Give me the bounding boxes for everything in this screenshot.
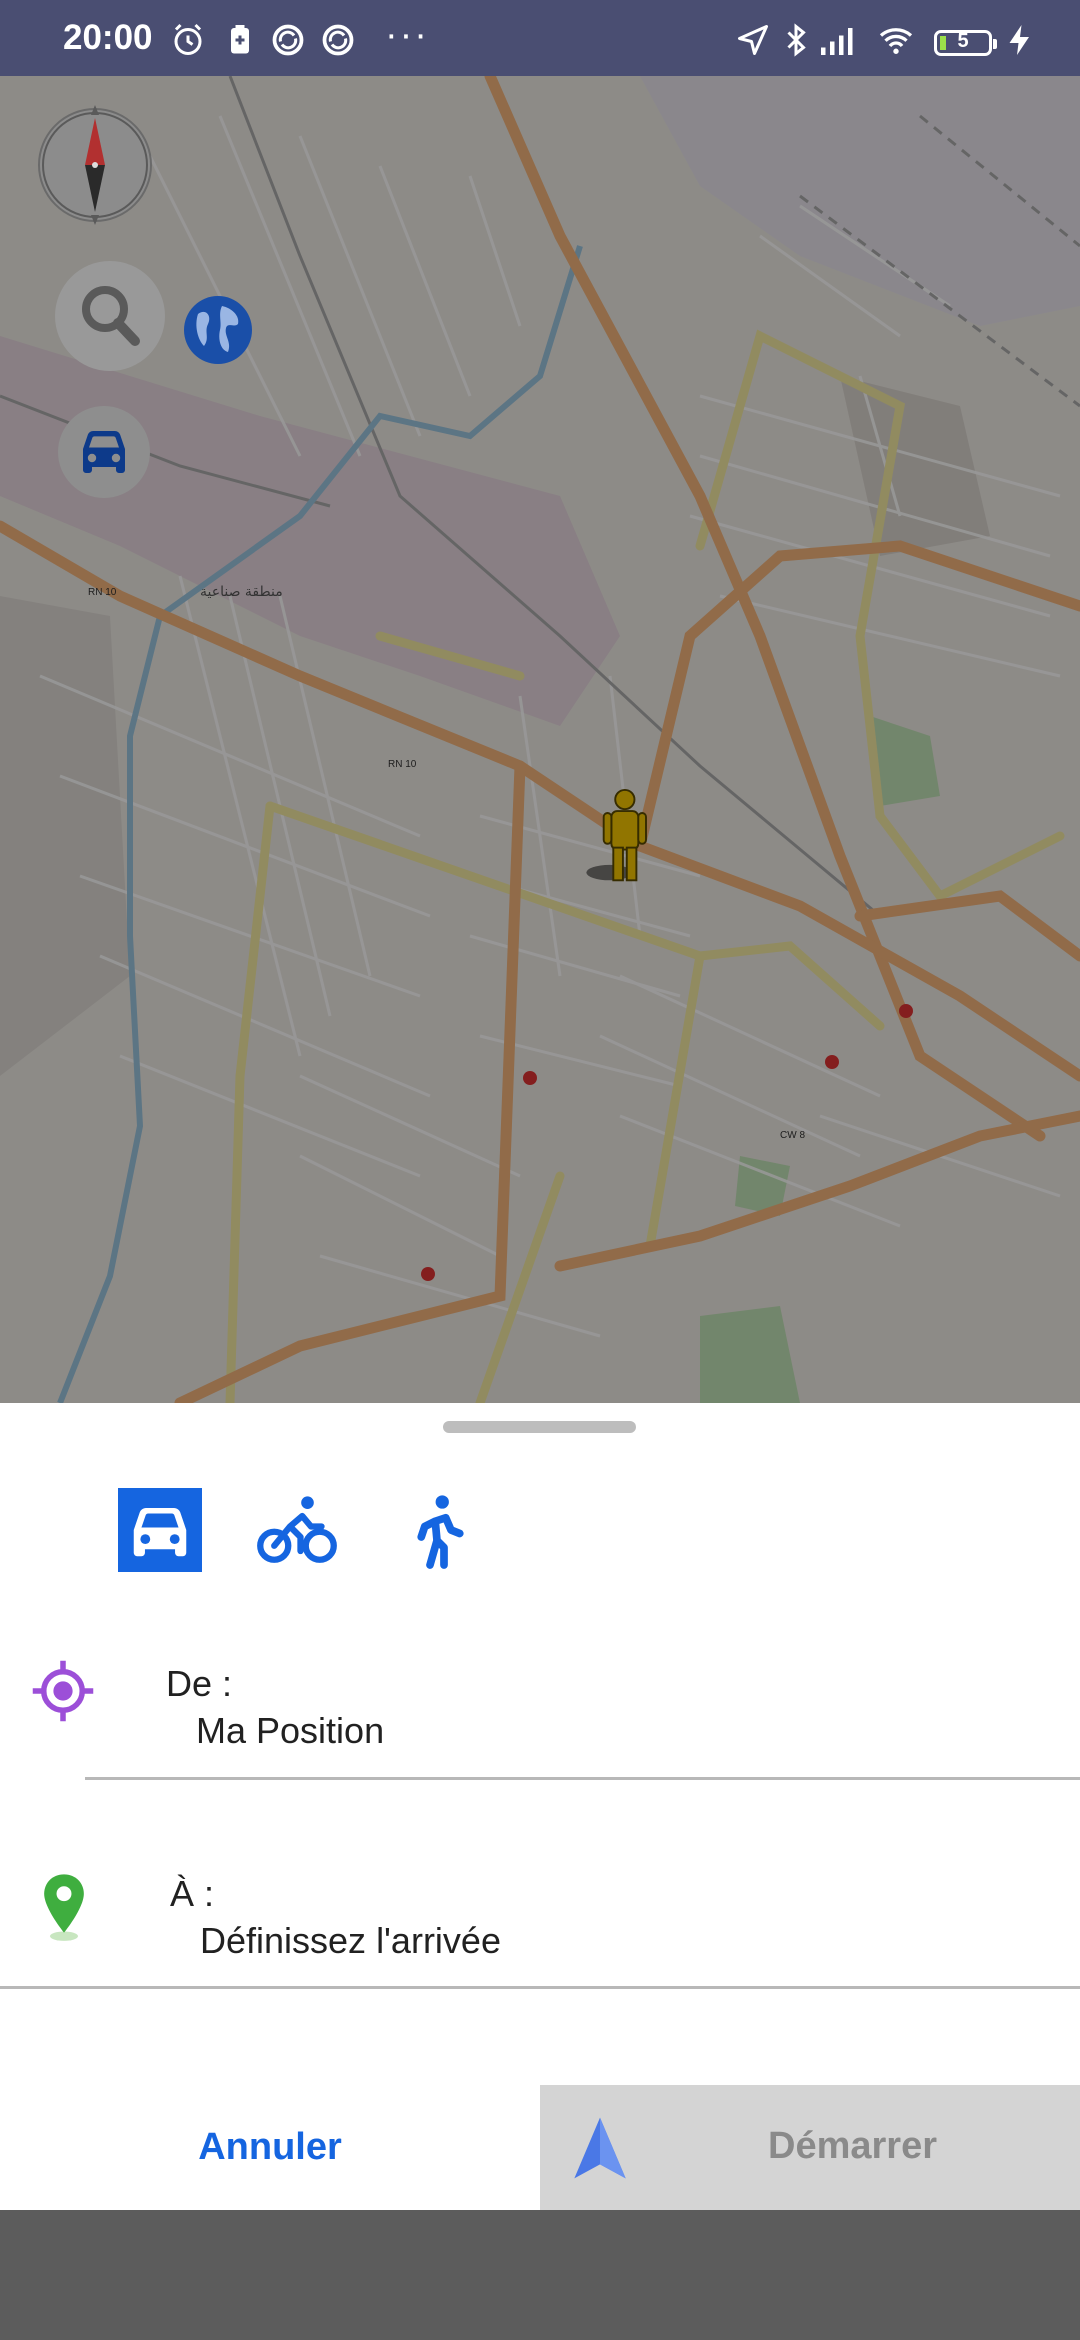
signal-icon bbox=[821, 28, 853, 55]
my-location-icon bbox=[32, 1660, 94, 1722]
car-mode-button[interactable] bbox=[58, 406, 150, 498]
destination-label: À : bbox=[170, 1873, 215, 1914]
destination-value: Définissez l'arrivée bbox=[200, 1920, 501, 1961]
alarm-icon bbox=[174, 23, 202, 55]
sync-icon bbox=[322, 24, 354, 56]
location-arrow-icon bbox=[738, 25, 768, 55]
battery-level: 5 bbox=[957, 30, 969, 52]
map-label-rn10: RN 10 bbox=[88, 587, 117, 598]
map-view[interactable]: RN 10 RN 10 CW 8 منطقة صناعية bbox=[0, 76, 1080, 1403]
origin-value: Ma Position bbox=[196, 1710, 385, 1751]
globe-icon[interactable] bbox=[182, 294, 254, 366]
map-pin-icon bbox=[44, 1874, 84, 1941]
bicycle-icon bbox=[257, 1496, 337, 1563]
pedestrian-icon bbox=[417, 1495, 464, 1569]
charging-icon bbox=[1009, 25, 1029, 55]
sync-icon bbox=[272, 24, 304, 56]
cancel-button[interactable]: Annuler bbox=[0, 2085, 540, 2210]
map-label-cw8: CW 8 bbox=[780, 1130, 805, 1141]
map-label-rn10: RN 10 bbox=[388, 759, 417, 770]
start-label: Démarrer bbox=[768, 2125, 937, 2167]
route-sheet: De : Ma Position À : Définissez l'arrivé… bbox=[0, 1403, 1080, 2210]
navigation-arrow-icon bbox=[574, 2117, 626, 2179]
car-icon bbox=[133, 1507, 187, 1557]
status-time: 20:00 bbox=[63, 18, 153, 57]
divider bbox=[85, 1777, 1080, 1780]
more-dots-icon: ··· bbox=[385, 14, 429, 56]
car-icon bbox=[83, 431, 125, 473]
origin-field[interactable]: De : Ma Position bbox=[0, 1633, 1080, 1783]
system-navigation-bar bbox=[0, 2210, 1080, 2340]
mode-walk-button[interactable] bbox=[395, 1488, 479, 1572]
wifi-icon bbox=[879, 28, 913, 54]
search-icon bbox=[82, 286, 140, 346]
battery-icon: 5 bbox=[934, 30, 997, 56]
map-label-zone: منطقة صناعية bbox=[200, 584, 283, 600]
start-button[interactable]: Démarrer bbox=[540, 2085, 1080, 2210]
origin-label: De : bbox=[166, 1663, 233, 1704]
destination-field[interactable]: À : Définissez l'arrivée bbox=[0, 1843, 1080, 1993]
search-button[interactable] bbox=[55, 261, 165, 371]
bluetooth-icon bbox=[787, 23, 806, 57]
compass-icon[interactable] bbox=[36, 100, 154, 230]
mode-bike-button[interactable] bbox=[255, 1488, 339, 1572]
status-bar: 20:00 ··· 5 bbox=[0, 0, 1080, 76]
battery-saver-icon bbox=[231, 25, 249, 54]
drag-handle[interactable] bbox=[443, 1421, 636, 1433]
mode-car-button[interactable] bbox=[118, 1488, 202, 1572]
divider bbox=[0, 1986, 1080, 1989]
pedestrian-icon[interactable] bbox=[582, 788, 660, 888]
